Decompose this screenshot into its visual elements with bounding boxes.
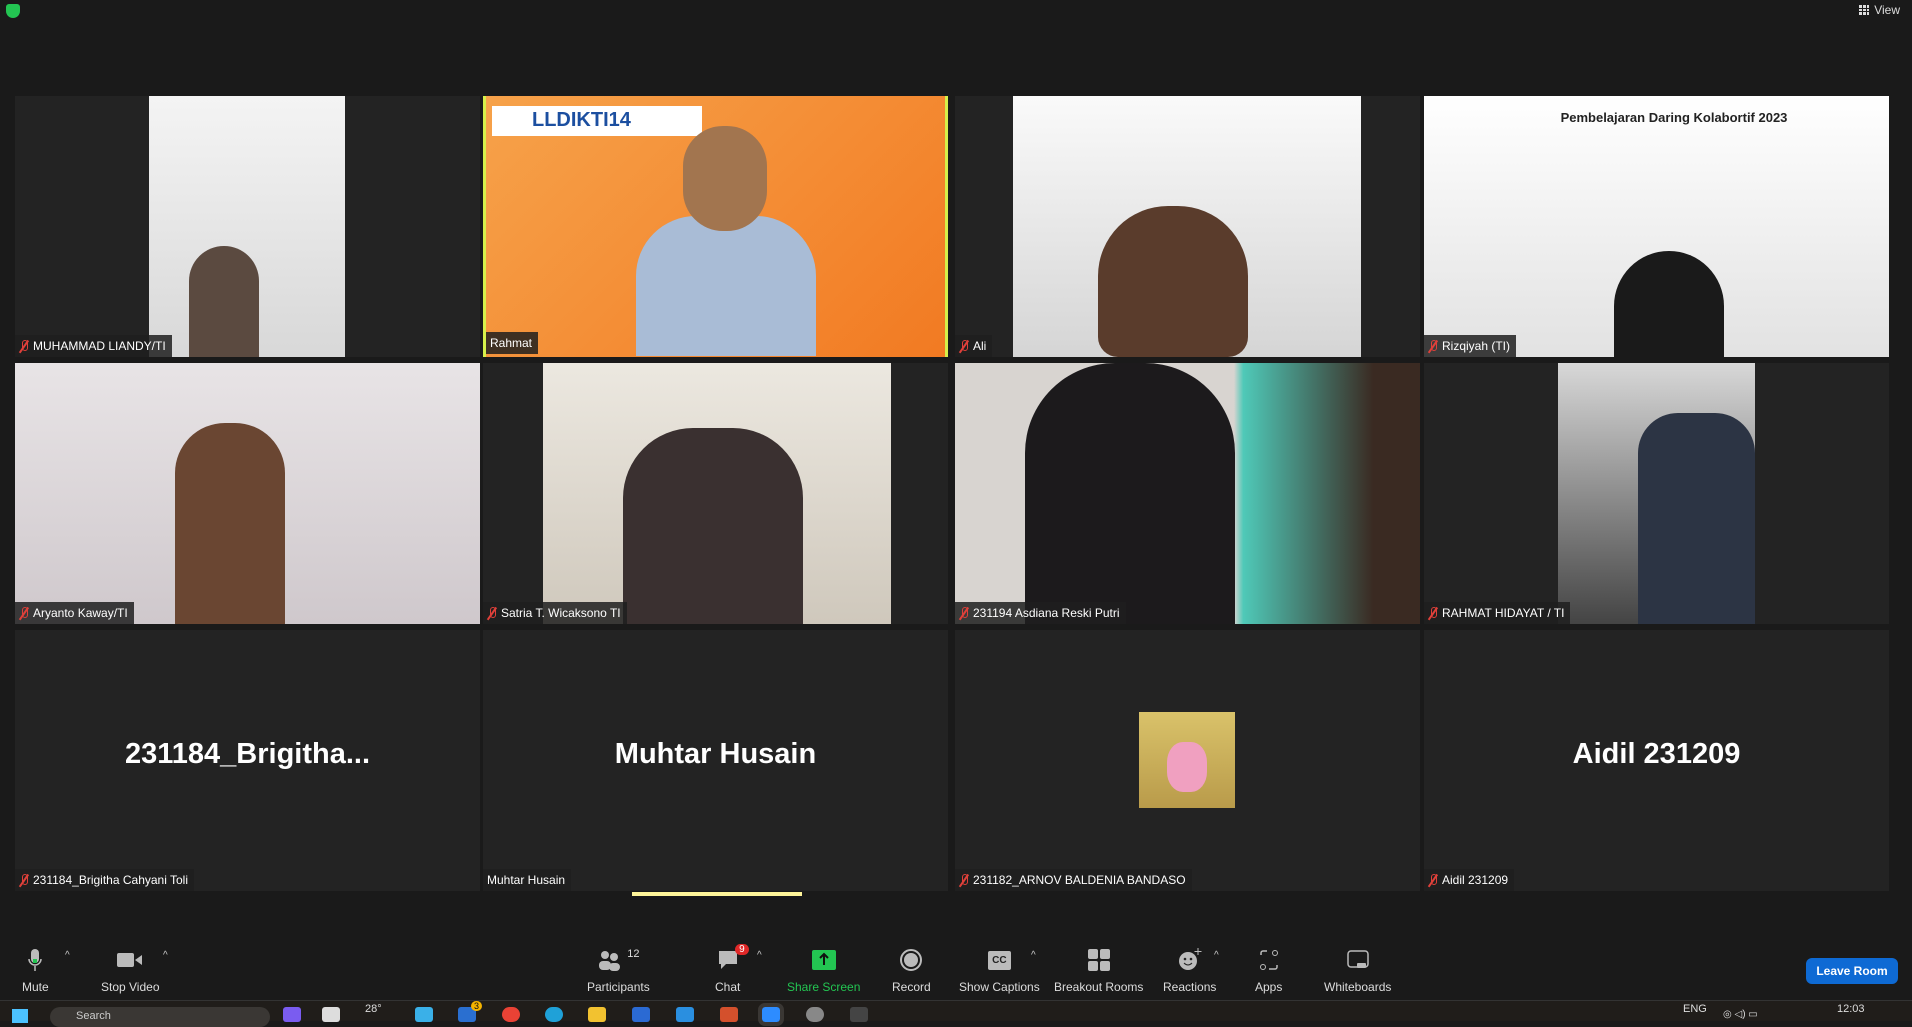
participant-display-name: Muhtar Husain bbox=[614, 738, 817, 770]
captions-options-caret[interactable]: ^ bbox=[1031, 950, 1036, 961]
video-tile[interactable]: 231182_ARNOV BALDENIA BANDASO bbox=[955, 630, 1420, 891]
mic-muted-icon bbox=[959, 606, 969, 620]
share-screen-icon bbox=[811, 948, 836, 972]
zoom-app-icon[interactable] bbox=[758, 1003, 784, 1026]
clock[interactable]: 12:03 bbox=[1837, 1003, 1865, 1015]
mic-muted-icon bbox=[487, 606, 497, 620]
participant-video: Pembelajaran Daring Kolabortif 2023 bbox=[1424, 96, 1889, 357]
mute-button[interactable]: Mute bbox=[22, 948, 49, 994]
mic-muted-icon bbox=[1428, 873, 1438, 887]
participant-video bbox=[15, 363, 480, 624]
share-screen-button[interactable]: Share Screen bbox=[787, 948, 860, 994]
microphone-icon bbox=[28, 948, 43, 972]
video-tile[interactable]: Satria T. Wicaksono TI bbox=[483, 363, 948, 624]
breakout-rooms-icon bbox=[1087, 948, 1110, 972]
chrome-icon[interactable] bbox=[502, 1007, 520, 1022]
video-tile[interactable]: Ali bbox=[955, 96, 1420, 357]
name-label: Ali bbox=[955, 335, 993, 357]
meeting-toolbar: Mute ^ Stop Video ^ 12 Participants 9 Chat… bbox=[0, 940, 1912, 1000]
participant-video bbox=[955, 363, 1420, 624]
whiteboard-icon bbox=[1346, 948, 1369, 972]
mic-muted-icon bbox=[19, 339, 29, 353]
chat-button[interactable]: 9 Chat bbox=[715, 944, 749, 994]
page-indicator bbox=[632, 892, 802, 896]
apps-button[interactable]: Apps bbox=[1255, 948, 1282, 994]
security-shield-icon[interactable] bbox=[6, 4, 20, 18]
reactions-options-caret[interactable]: ^ bbox=[1214, 950, 1219, 961]
name-label: Muhtar Husain bbox=[483, 869, 572, 891]
video-tile[interactable]: Aidil 231209 Aidil 231209 bbox=[1424, 630, 1889, 891]
video-tile[interactable]: Muhtar Husain Muhtar Husain bbox=[483, 630, 948, 891]
mic-muted-icon bbox=[959, 873, 969, 887]
name-label: RAHMAT HIDAYAT / TI bbox=[1424, 602, 1571, 624]
name-label: 231194 Asdiana Reski Putri bbox=[955, 602, 1126, 624]
participant-video bbox=[1013, 96, 1361, 357]
closed-captions-icon: CC bbox=[988, 948, 1011, 972]
participants-icon: 12 bbox=[597, 948, 639, 972]
taskbar-search[interactable]: Search bbox=[50, 1007, 270, 1027]
mic-muted-icon bbox=[1428, 606, 1438, 620]
grid-icon bbox=[1859, 5, 1870, 15]
mic-muted-icon bbox=[959, 339, 969, 353]
video-tile[interactable]: Pembelajaran Daring Kolabortif 2023 Rizq… bbox=[1424, 96, 1889, 357]
show-captions-button[interactable]: CC Show Captions bbox=[959, 948, 1040, 994]
name-label: Rahmat bbox=[486, 332, 539, 354]
weather-widget[interactable]: 28° bbox=[365, 1003, 382, 1015]
reactions-button[interactable]: Reactions bbox=[1163, 948, 1216, 994]
chat-options-caret[interactable]: ^ bbox=[757, 950, 762, 961]
vscode-icon[interactable] bbox=[676, 1007, 694, 1022]
participant-video bbox=[543, 363, 891, 624]
name-label: 231184_Brigitha Cahyani Toli bbox=[15, 869, 194, 891]
video-tile[interactable]: 231184_Brigitha... 231184_Brigitha Cahya… bbox=[15, 630, 480, 891]
participant-video bbox=[1558, 363, 1755, 624]
record-icon bbox=[900, 948, 923, 972]
store-icon[interactable] bbox=[415, 1007, 433, 1022]
language-indicator[interactable]: ENG bbox=[1683, 1003, 1707, 1015]
name-label: 231182_ARNOV BALDENIA BANDASO bbox=[955, 869, 1192, 891]
obs-icon[interactable] bbox=[806, 1007, 824, 1022]
mic-muted-icon bbox=[19, 873, 29, 887]
edge-icon[interactable] bbox=[545, 1007, 563, 1022]
file-explorer-icon[interactable] bbox=[588, 1007, 606, 1022]
mic-muted-icon bbox=[1428, 339, 1438, 353]
record-button[interactable]: Record bbox=[892, 948, 931, 994]
video-tile[interactable]: 231194 Asdiana Reski Putri bbox=[955, 363, 1420, 624]
participant-video: LLDIKTI14 bbox=[486, 96, 945, 357]
windows-taskbar: Search 28° 3 ENG ◎ ◁) ▭ 12:03 bbox=[0, 1000, 1912, 1027]
video-camera-icon bbox=[117, 948, 143, 972]
network-volume-icons[interactable]: ◎ ◁) ▭ bbox=[1723, 1009, 1763, 1021]
terminal-icon[interactable] bbox=[850, 1007, 868, 1022]
name-label: Aryanto Kaway/TI bbox=[15, 602, 134, 624]
copilot-icon[interactable] bbox=[283, 1007, 301, 1022]
unread-badge: 9 bbox=[735, 944, 749, 955]
name-label: Rizqiyah (TI) bbox=[1424, 335, 1517, 357]
participant-display-name: Aidil 231209 bbox=[1572, 738, 1741, 770]
task-view-icon[interactable] bbox=[322, 1007, 340, 1022]
audio-options-caret[interactable]: ^ bbox=[65, 950, 70, 961]
avatar bbox=[1139, 712, 1235, 808]
mic-muted-icon bbox=[19, 606, 29, 620]
video-tile[interactable]: Aryanto Kaway/TI bbox=[15, 363, 480, 624]
view-button[interactable]: View bbox=[1859, 3, 1900, 17]
apps-icon bbox=[1259, 948, 1279, 972]
video-tile[interactable]: MUHAMMAD LIANDY/TI bbox=[15, 96, 480, 357]
video-options-caret[interactable]: ^ bbox=[163, 950, 168, 961]
powerpoint-icon[interactable] bbox=[720, 1007, 738, 1022]
name-label: Aidil 231209 bbox=[1424, 869, 1515, 891]
chat-bubble-icon: 9 bbox=[717, 944, 749, 972]
participant-display-name: 231184_Brigitha... bbox=[124, 738, 371, 770]
whiteboards-button[interactable]: Whiteboards bbox=[1324, 948, 1391, 994]
word-icon[interactable] bbox=[632, 1007, 650, 1022]
stop-video-button[interactable]: Stop Video bbox=[101, 948, 160, 994]
smiley-icon bbox=[1178, 948, 1202, 972]
name-label: MUHAMMAD LIANDY/TI bbox=[15, 335, 172, 357]
participant-video bbox=[149, 96, 345, 357]
participants-button[interactable]: 12 Participants bbox=[587, 948, 650, 994]
breakout-rooms-button[interactable]: Breakout Rooms bbox=[1054, 948, 1143, 994]
mail-icon[interactable]: 3 bbox=[458, 1001, 482, 1022]
video-tile-active-speaker[interactable]: LLDIKTI14 Rahmat bbox=[483, 96, 948, 357]
name-label: Satria T. Wicaksono TI bbox=[483, 602, 627, 624]
leave-room-button[interactable]: Leave Room bbox=[1806, 958, 1898, 984]
video-tile[interactable]: RAHMAT HIDAYAT / TI bbox=[1424, 363, 1889, 624]
